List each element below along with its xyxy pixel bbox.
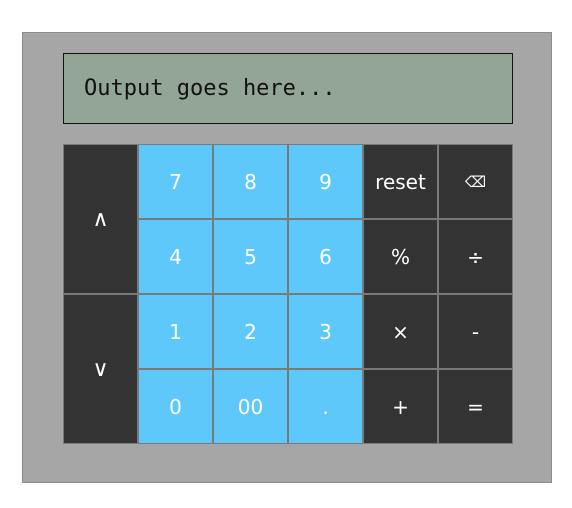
key-5-button[interactable]: 5 [213, 219, 288, 294]
key-6-button[interactable]: 6 [288, 219, 363, 294]
reset-button[interactable]: reset [363, 144, 438, 219]
key-2-button[interactable]: 2 [213, 294, 288, 369]
calculator: Output goes here... ∧ 7 8 9 reset ⌫ 4 5 … [22, 32, 552, 483]
backspace-button[interactable]: ⌫ [438, 144, 513, 219]
multiply-button[interactable]: × [363, 294, 438, 369]
percent-button[interactable]: % [363, 219, 438, 294]
key-7-button[interactable]: 7 [138, 144, 213, 219]
key-8-button[interactable]: 8 [213, 144, 288, 219]
key-00-button[interactable]: 00 [213, 369, 288, 444]
key-4-button[interactable]: 4 [138, 219, 213, 294]
key-1-button[interactable]: 1 [138, 294, 213, 369]
minus-button[interactable]: - [438, 294, 513, 369]
equals-button[interactable]: = [438, 369, 513, 444]
key-0-button[interactable]: 0 [138, 369, 213, 444]
divide-button[interactable]: ÷ [438, 219, 513, 294]
decimal-button[interactable]: . [288, 369, 363, 444]
scroll-down-button[interactable]: ∨ [63, 294, 138, 444]
keypad: ∧ 7 8 9 reset ⌫ 4 5 6 % ÷ ∨ 1 2 3 × - 0 … [63, 144, 513, 444]
plus-button[interactable]: + [363, 369, 438, 444]
key-9-button[interactable]: 9 [288, 144, 363, 219]
scroll-up-button[interactable]: ∧ [63, 144, 138, 294]
key-3-button[interactable]: 3 [288, 294, 363, 369]
output-display: Output goes here... [63, 53, 513, 124]
